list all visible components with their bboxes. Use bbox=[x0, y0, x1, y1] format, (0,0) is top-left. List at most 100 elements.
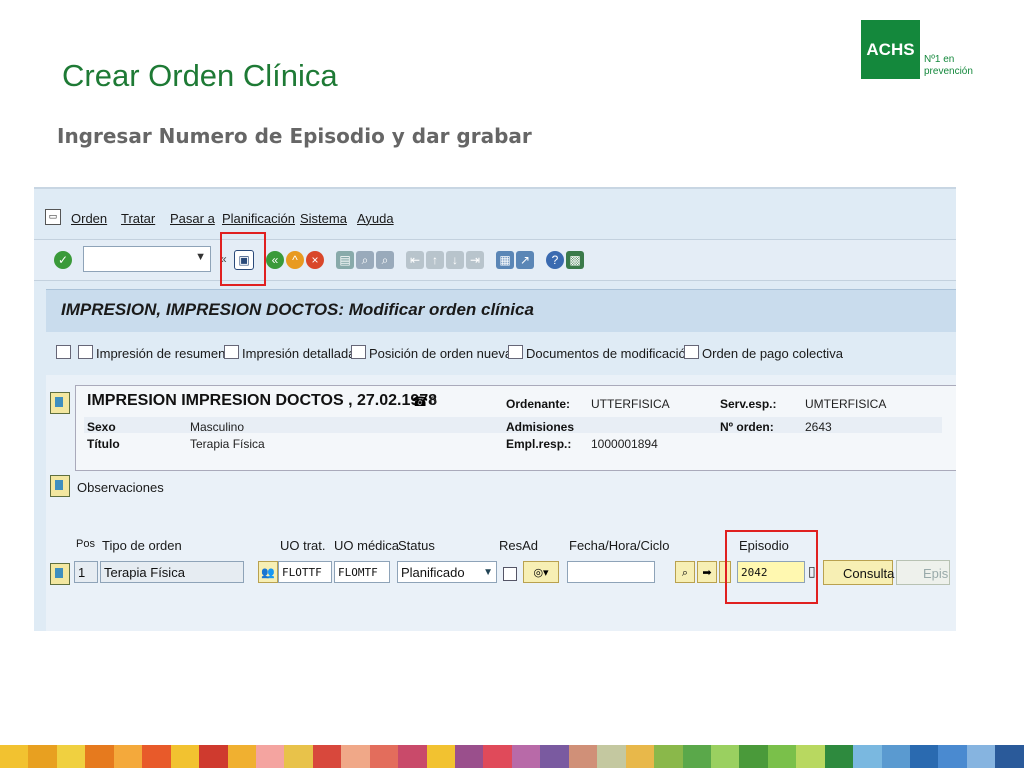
standard-toolbar: ✓ ▼ « ▣ « ^ × ▤ ⌕ ⌕ ⇤ ↑ ↓ ⇥ ▦ ↗ ? ▩ bbox=[34, 239, 956, 281]
footer-stripe bbox=[341, 745, 370, 768]
resad-options-icon[interactable]: ◎▾ bbox=[523, 561, 559, 583]
documents-icon bbox=[508, 345, 523, 359]
col-tipo-de-orden: Tipo de orden bbox=[102, 538, 182, 553]
expand-header-icon[interactable] bbox=[50, 392, 70, 414]
prev-page-icon[interactable]: ↑ bbox=[426, 251, 444, 269]
admisiones-label: Admisiones bbox=[506, 420, 575, 434]
tipo-de-orden-cell: Terapia Física bbox=[100, 561, 244, 583]
shortcut-icon[interactable]: ↗ bbox=[516, 251, 534, 269]
patient-name: IMPRESION IMPRESION DOCTOS , 27.02.1978 bbox=[87, 392, 438, 409]
help-icon[interactable]: ? bbox=[546, 251, 564, 269]
ordenante-label: Ordenante: bbox=[506, 397, 571, 411]
footer-stripe bbox=[85, 745, 114, 768]
slide-title: Crear Orden Clínica bbox=[62, 58, 338, 93]
find-next-icon[interactable]: ⌕ bbox=[376, 251, 394, 269]
first-page-icon[interactable]: ⇤ bbox=[406, 251, 424, 269]
footer-stripe bbox=[597, 745, 626, 768]
expand-observaciones-icon[interactable] bbox=[50, 475, 70, 497]
footer-stripe bbox=[0, 745, 29, 768]
pos-cell: 1 bbox=[74, 561, 98, 583]
footer-stripe bbox=[767, 745, 797, 768]
phone-count: 0 bbox=[430, 394, 437, 408]
change-documents-button[interactable]: Documentos de modificación bbox=[508, 345, 693, 361]
print-summary-button[interactable]: Impresión de resumen bbox=[78, 345, 225, 361]
col-uo-medica: UO médica bbox=[334, 538, 400, 553]
menu-planificacion[interactable]: Planificación bbox=[222, 211, 295, 226]
uo-trat-field[interactable]: FLOTTF bbox=[278, 561, 332, 583]
chevron-down-icon[interactable]: ▼ bbox=[483, 562, 493, 582]
footer-stripe bbox=[739, 745, 768, 768]
persons-icon[interactable]: 👥 bbox=[258, 561, 278, 583]
row-select-icon[interactable] bbox=[50, 563, 70, 585]
serv-esp-label: Serv.esp.: bbox=[720, 397, 777, 411]
chevron-down-icon[interactable]: ▼ bbox=[195, 251, 206, 263]
footer-stripe bbox=[511, 745, 541, 768]
footer-stripe bbox=[710, 745, 740, 768]
footer-stripe bbox=[227, 745, 256, 768]
find-icon[interactable]: ⌕ bbox=[356, 251, 374, 269]
col-uo-trat: UO trat. bbox=[280, 538, 326, 553]
save-highlight bbox=[220, 232, 266, 286]
epis-button[interactable]: Epis bbox=[896, 560, 950, 585]
footer-stripe bbox=[540, 745, 569, 768]
collective-payment-button[interactable]: Orden de pago colectiva bbox=[684, 345, 843, 361]
menu-ayuda[interactable]: Ayuda bbox=[357, 211, 394, 226]
footer-stripe bbox=[796, 745, 825, 768]
tools-icon[interactable] bbox=[56, 345, 74, 361]
print-detailed-label: Impresión detallada bbox=[242, 346, 356, 361]
change-documents-label: Documentos de modificación bbox=[526, 346, 693, 361]
n-orden-value: 2643 bbox=[805, 420, 832, 434]
menu-pasar-a[interactable]: Pasar a bbox=[170, 211, 215, 226]
empl-resp-value: 1000001894 bbox=[591, 437, 658, 451]
col-resad: ResAd bbox=[499, 538, 539, 553]
slide-subtitle: Ingresar Numero de Episodio y dar grabar bbox=[57, 124, 532, 148]
menu-window-icon[interactable]: ▭ bbox=[45, 209, 61, 225]
print-summary-label: Impresión de resumen bbox=[96, 346, 226, 361]
cancel-icon[interactable]: × bbox=[306, 251, 324, 269]
print-icon bbox=[224, 345, 239, 359]
menu-orden[interactable]: Orden bbox=[71, 211, 107, 226]
layout-icon[interactable]: ▩ bbox=[566, 251, 584, 269]
status-select[interactable]: Planificado ▼ bbox=[397, 561, 497, 583]
n-orden-label: Nº orden: bbox=[720, 420, 774, 434]
footer-stripe bbox=[966, 745, 996, 768]
screen-title: IMPRESION, IMPRESION DOCTOS: Modificar o… bbox=[61, 300, 534, 319]
next-page-icon[interactable]: ↓ bbox=[446, 251, 464, 269]
exit-icon[interactable]: ^ bbox=[286, 251, 304, 269]
footer-stripe bbox=[568, 745, 598, 768]
footer-stripe bbox=[938, 745, 967, 768]
sap-window: ▭ Orden Tratar Pasar a Planificación Sis… bbox=[34, 187, 956, 631]
logo-tagline-line2: prevención bbox=[924, 66, 973, 77]
patient-header: IMPRESION IMPRESION DOCTOS , 27.02.1978 … bbox=[75, 385, 956, 471]
last-page-icon[interactable]: ⇥ bbox=[466, 251, 484, 269]
binoculars-icon[interactable]: ⌕ bbox=[675, 561, 695, 583]
enter-icon[interactable]: ✓ bbox=[54, 251, 72, 269]
footer-stripe bbox=[312, 745, 342, 768]
footer-stripe bbox=[910, 745, 939, 768]
sexo-label: Sexo bbox=[87, 420, 116, 434]
payment-icon bbox=[684, 345, 699, 359]
footer-stripe bbox=[284, 745, 313, 768]
forward-arrow-icon[interactable]: ➡ bbox=[697, 561, 717, 583]
consulta-button[interactable]: Consulta bbox=[823, 560, 894, 585]
fecha-hora-ciclo-field[interactable] bbox=[567, 561, 655, 583]
footer-stripe bbox=[853, 745, 882, 768]
menu-tratar[interactable]: Tratar bbox=[121, 211, 155, 226]
command-field[interactable]: ▼ bbox=[83, 246, 211, 272]
new-session-icon[interactable]: ▦ bbox=[496, 251, 514, 269]
serv-esp-value: UMTERFISICA bbox=[805, 397, 887, 411]
footer-stripe bbox=[426, 745, 455, 768]
resad-checkbox[interactable] bbox=[503, 567, 517, 581]
print-detailed-button[interactable]: Impresión detallada bbox=[224, 345, 355, 361]
uo-medica-field[interactable]: FLOMTF bbox=[334, 561, 390, 583]
document-icon bbox=[351, 345, 366, 359]
footer-stripe bbox=[682, 745, 711, 768]
new-order-position-button[interactable]: Posición de orden nueva bbox=[351, 345, 512, 361]
footer-stripe bbox=[113, 745, 143, 768]
print-icon[interactable]: ▤ bbox=[336, 251, 354, 269]
ordenante-value: UTTERFISICA bbox=[591, 397, 670, 411]
new-order-position-label: Posición de orden nueva bbox=[369, 346, 513, 361]
back-icon[interactable]: « bbox=[266, 251, 284, 269]
menu-sistema[interactable]: Sistema bbox=[300, 211, 347, 226]
col-pos: Pos bbox=[76, 538, 95, 550]
